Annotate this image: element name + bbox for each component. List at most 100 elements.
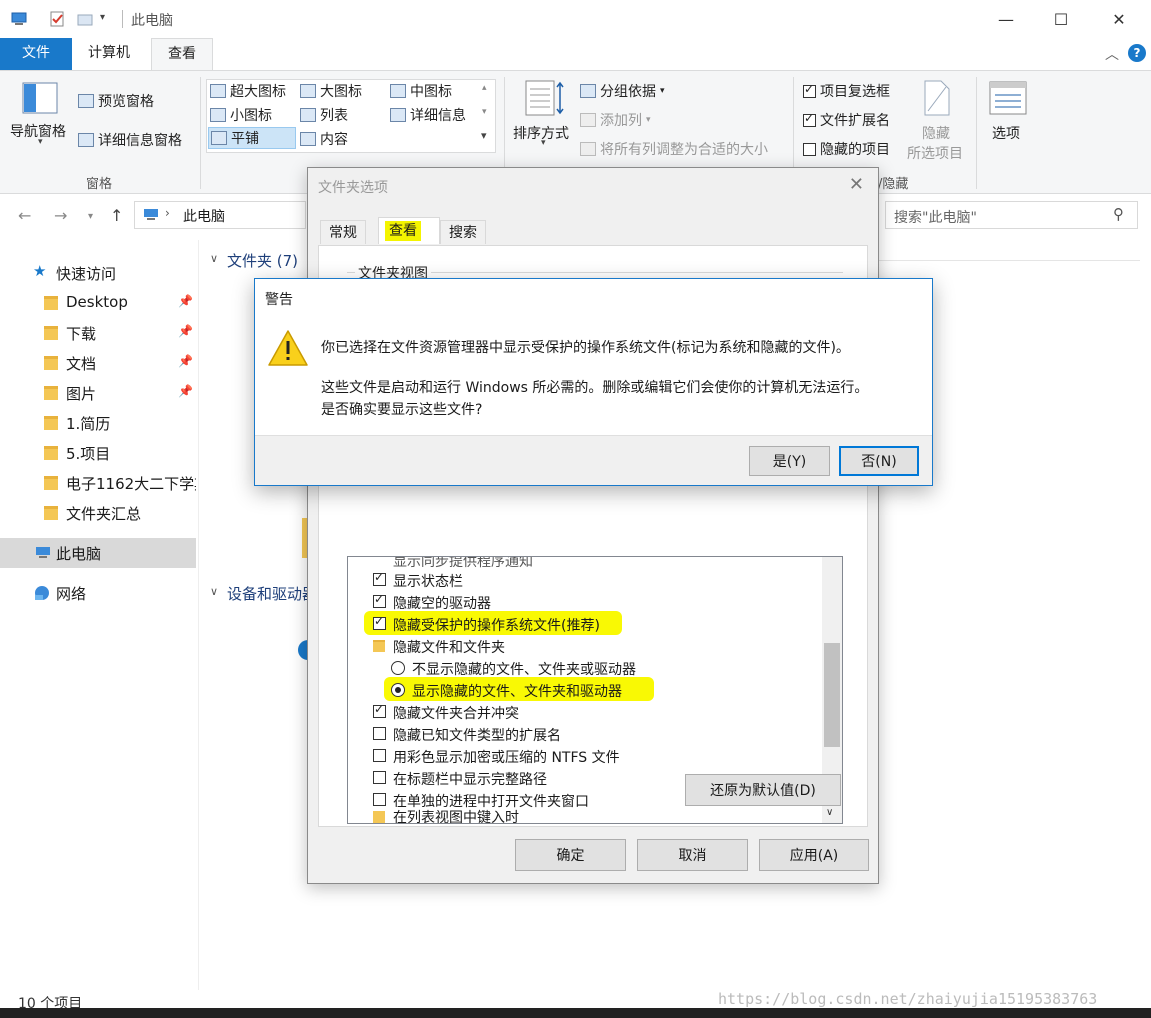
list-item-checkbox[interactable] [373, 727, 386, 740]
search-icon[interactable]: ⚲ [1113, 205, 1124, 223]
cancel-button[interactable]: 取消 [637, 839, 748, 871]
help-icon[interactable]: ? [1128, 44, 1146, 62]
collapse-chevron-icon[interactable]: ∨ [210, 252, 218, 265]
pin-icon: 📌 [178, 294, 193, 308]
forward-icon[interactable]: → [54, 206, 67, 225]
search-input[interactable]: 搜索"此电脑" ⚲ [885, 201, 1138, 229]
details-pane-button[interactable]: 详细信息窗格 [78, 130, 182, 150]
tab-general[interactable]: 常规 [320, 220, 366, 244]
ok-button[interactable]: 确定 [515, 839, 626, 871]
small-icons-option[interactable]: 小图标 [210, 105, 272, 125]
minimize-button[interactable]: — [983, 0, 1029, 38]
list-icon [300, 108, 316, 122]
hidden-items-checkbox[interactable] [803, 142, 816, 156]
close-button[interactable]: ✕ [1096, 0, 1142, 38]
properties-icon[interactable] [48, 10, 66, 28]
hide-selected-button-line1[interactable]: 隐藏 [922, 123, 950, 143]
nav-item-folder[interactable]: 文件夹汇总 [0, 498, 196, 528]
list-item[interactable]: 显示状态栏 [348, 569, 824, 591]
list-item[interactable]: 隐藏文件和文件夹 [348, 635, 824, 657]
tab-computer[interactable]: 计算机 [72, 38, 146, 70]
file-extensions-toggle[interactable]: 文件扩展名 [803, 110, 890, 130]
nav-item-desktop[interactable]: Desktop 📌 [0, 288, 196, 318]
nav-this-pc[interactable]: 此电脑 [0, 538, 196, 568]
list-item-radio[interactable] [391, 683, 405, 697]
breadcrumb-chevron-icon[interactable]: › [165, 206, 170, 220]
customize-quick-access-icon[interactable]: ▾ [100, 12, 105, 23]
preview-pane-button[interactable]: 预览窗格 [78, 91, 154, 111]
nav-item-downloads[interactable]: 下载 📌 [0, 318, 196, 348]
gallery-more-icon[interactable]: ▾ [481, 129, 487, 142]
gallery-scroll-up-icon[interactable]: ▴ [482, 83, 487, 93]
nav-quick-access[interactable]: ★ 快速访问 [0, 258, 196, 288]
options-button[interactable]: 选项 [992, 123, 1020, 143]
maximize-button[interactable]: ☐ [1038, 0, 1084, 38]
no-button[interactable]: 否(N) [839, 446, 919, 476]
yes-button[interactable]: 是(Y) [749, 446, 830, 476]
list-item[interactable]: 用彩色显示加密或压缩的 NTFS 文件 [348, 745, 824, 767]
hidden-items-toggle[interactable]: 隐藏的项目 [803, 139, 890, 159]
list-option[interactable]: 列表 [300, 105, 348, 125]
list-item-checkbox[interactable] [373, 592, 386, 608]
details-option[interactable]: 详细信息 [390, 105, 466, 125]
nav-network-label: 网络 [56, 585, 87, 603]
add-columns-button[interactable]: 添加列 ▾ [580, 110, 651, 130]
group-by-button[interactable]: 分组依据 ▾ [580, 81, 665, 101]
size-columns-icon [580, 142, 596, 156]
size-all-columns-button[interactable]: 将所有列调整为合适的大小 [580, 139, 768, 159]
medium-icons-option[interactable]: 中图标 [390, 81, 452, 101]
content-option[interactable]: 内容 [300, 129, 348, 149]
tab-search[interactable]: 搜索 [440, 220, 486, 244]
collapse-chevron-icon[interactable]: ∨ [210, 585, 218, 598]
nav-item-folder[interactable]: 电子1162大二下学期 [0, 468, 196, 498]
list-item-checkbox[interactable] [373, 749, 386, 762]
file-extensions-checkbox[interactable] [803, 111, 816, 127]
collapse-ribbon-icon[interactable]: ︿ [1105, 44, 1119, 64]
devices-section-header[interactable]: 设备和驱动器 [227, 583, 307, 604]
extra-large-icons-option[interactable]: 超大图标 [210, 81, 286, 101]
nav-item-pictures[interactable]: 图片 📌 [0, 378, 196, 408]
large-icons-option[interactable]: 大图标 [300, 81, 362, 101]
list-item[interactable]: 隐藏已知文件类型的扩展名 [348, 723, 824, 745]
recent-locations-icon[interactable]: ▾ [88, 211, 93, 222]
gallery-scroll-down-icon[interactable]: ▾ [482, 107, 487, 117]
list-item-checkbox[interactable] [373, 614, 386, 630]
hide-selected-button-line2[interactable]: 所选项目 [907, 143, 963, 163]
tab-view[interactable]: 查看 [378, 217, 440, 244]
list-item[interactable]: 隐藏空的驱动器 [348, 591, 824, 613]
tiles-option[interactable]: 平铺 [208, 127, 296, 149]
list-scrollbar-thumb[interactable] [824, 643, 840, 747]
list-item-checkbox[interactable] [373, 771, 386, 784]
breadcrumb[interactable]: 此电脑 [183, 206, 225, 226]
list-item[interactable]: 不显示隐藏的文件、文件夹或驱动器 [348, 657, 824, 679]
nav-network[interactable]: 网络 [0, 578, 196, 608]
nav-item-documents[interactable]: 文档 📌 [0, 348, 196, 378]
apply-button[interactable]: 应用(A) [759, 839, 869, 871]
close-icon[interactable]: ✕ [849, 174, 864, 195]
list-item[interactable]: 隐藏受保护的操作系统文件(推荐) [348, 611, 824, 635]
address-box[interactable]: › 此电脑 [134, 201, 306, 229]
list-item-checkbox[interactable] [373, 793, 386, 806]
folders-section-header[interactable]: 文件夹 (7) [227, 250, 298, 271]
navigation-pane-icon [22, 82, 58, 114]
back-icon[interactable]: ← [18, 206, 31, 225]
list-item-checkbox[interactable] [373, 570, 386, 586]
list-item[interactable]: 隐藏文件夹合并冲突 [348, 701, 824, 723]
item-checkboxes-checkbox[interactable] [803, 82, 816, 98]
chevron-down-icon: ▾ [660, 86, 665, 96]
list-item-checkbox[interactable] [373, 702, 386, 718]
restore-defaults-button[interactable]: 还原为默认值(D) [685, 774, 841, 806]
item-checkboxes-toggle[interactable]: 项目复选框 [803, 81, 890, 101]
up-icon[interactable]: ↑ [110, 206, 123, 225]
list-item[interactable]: 显示隐藏的文件、文件夹和驱动器 [348, 677, 824, 701]
scroll-down-icon[interactable]: ∨ [826, 807, 833, 818]
nav-item-folder[interactable]: 1.简历 [0, 408, 196, 438]
tab-file[interactable]: 文件 [0, 38, 72, 70]
new-folder-icon[interactable] [76, 10, 94, 28]
nav-item-folder[interactable]: 5.项目 [0, 438, 196, 468]
warning-dialog: 警告 你已选择在文件资源管理器中显示受保护的操作系统文件(标记为系统和隐藏的文件… [254, 278, 933, 486]
list-item-radio[interactable] [391, 661, 405, 675]
computer-icon[interactable] [10, 10, 28, 28]
warning-message-2: 这些文件是启动和运行 Windows 所必需的。删除或编辑它们会使你的计算机无法… [321, 380, 869, 396]
tab-view[interactable]: 查看 [151, 38, 213, 70]
